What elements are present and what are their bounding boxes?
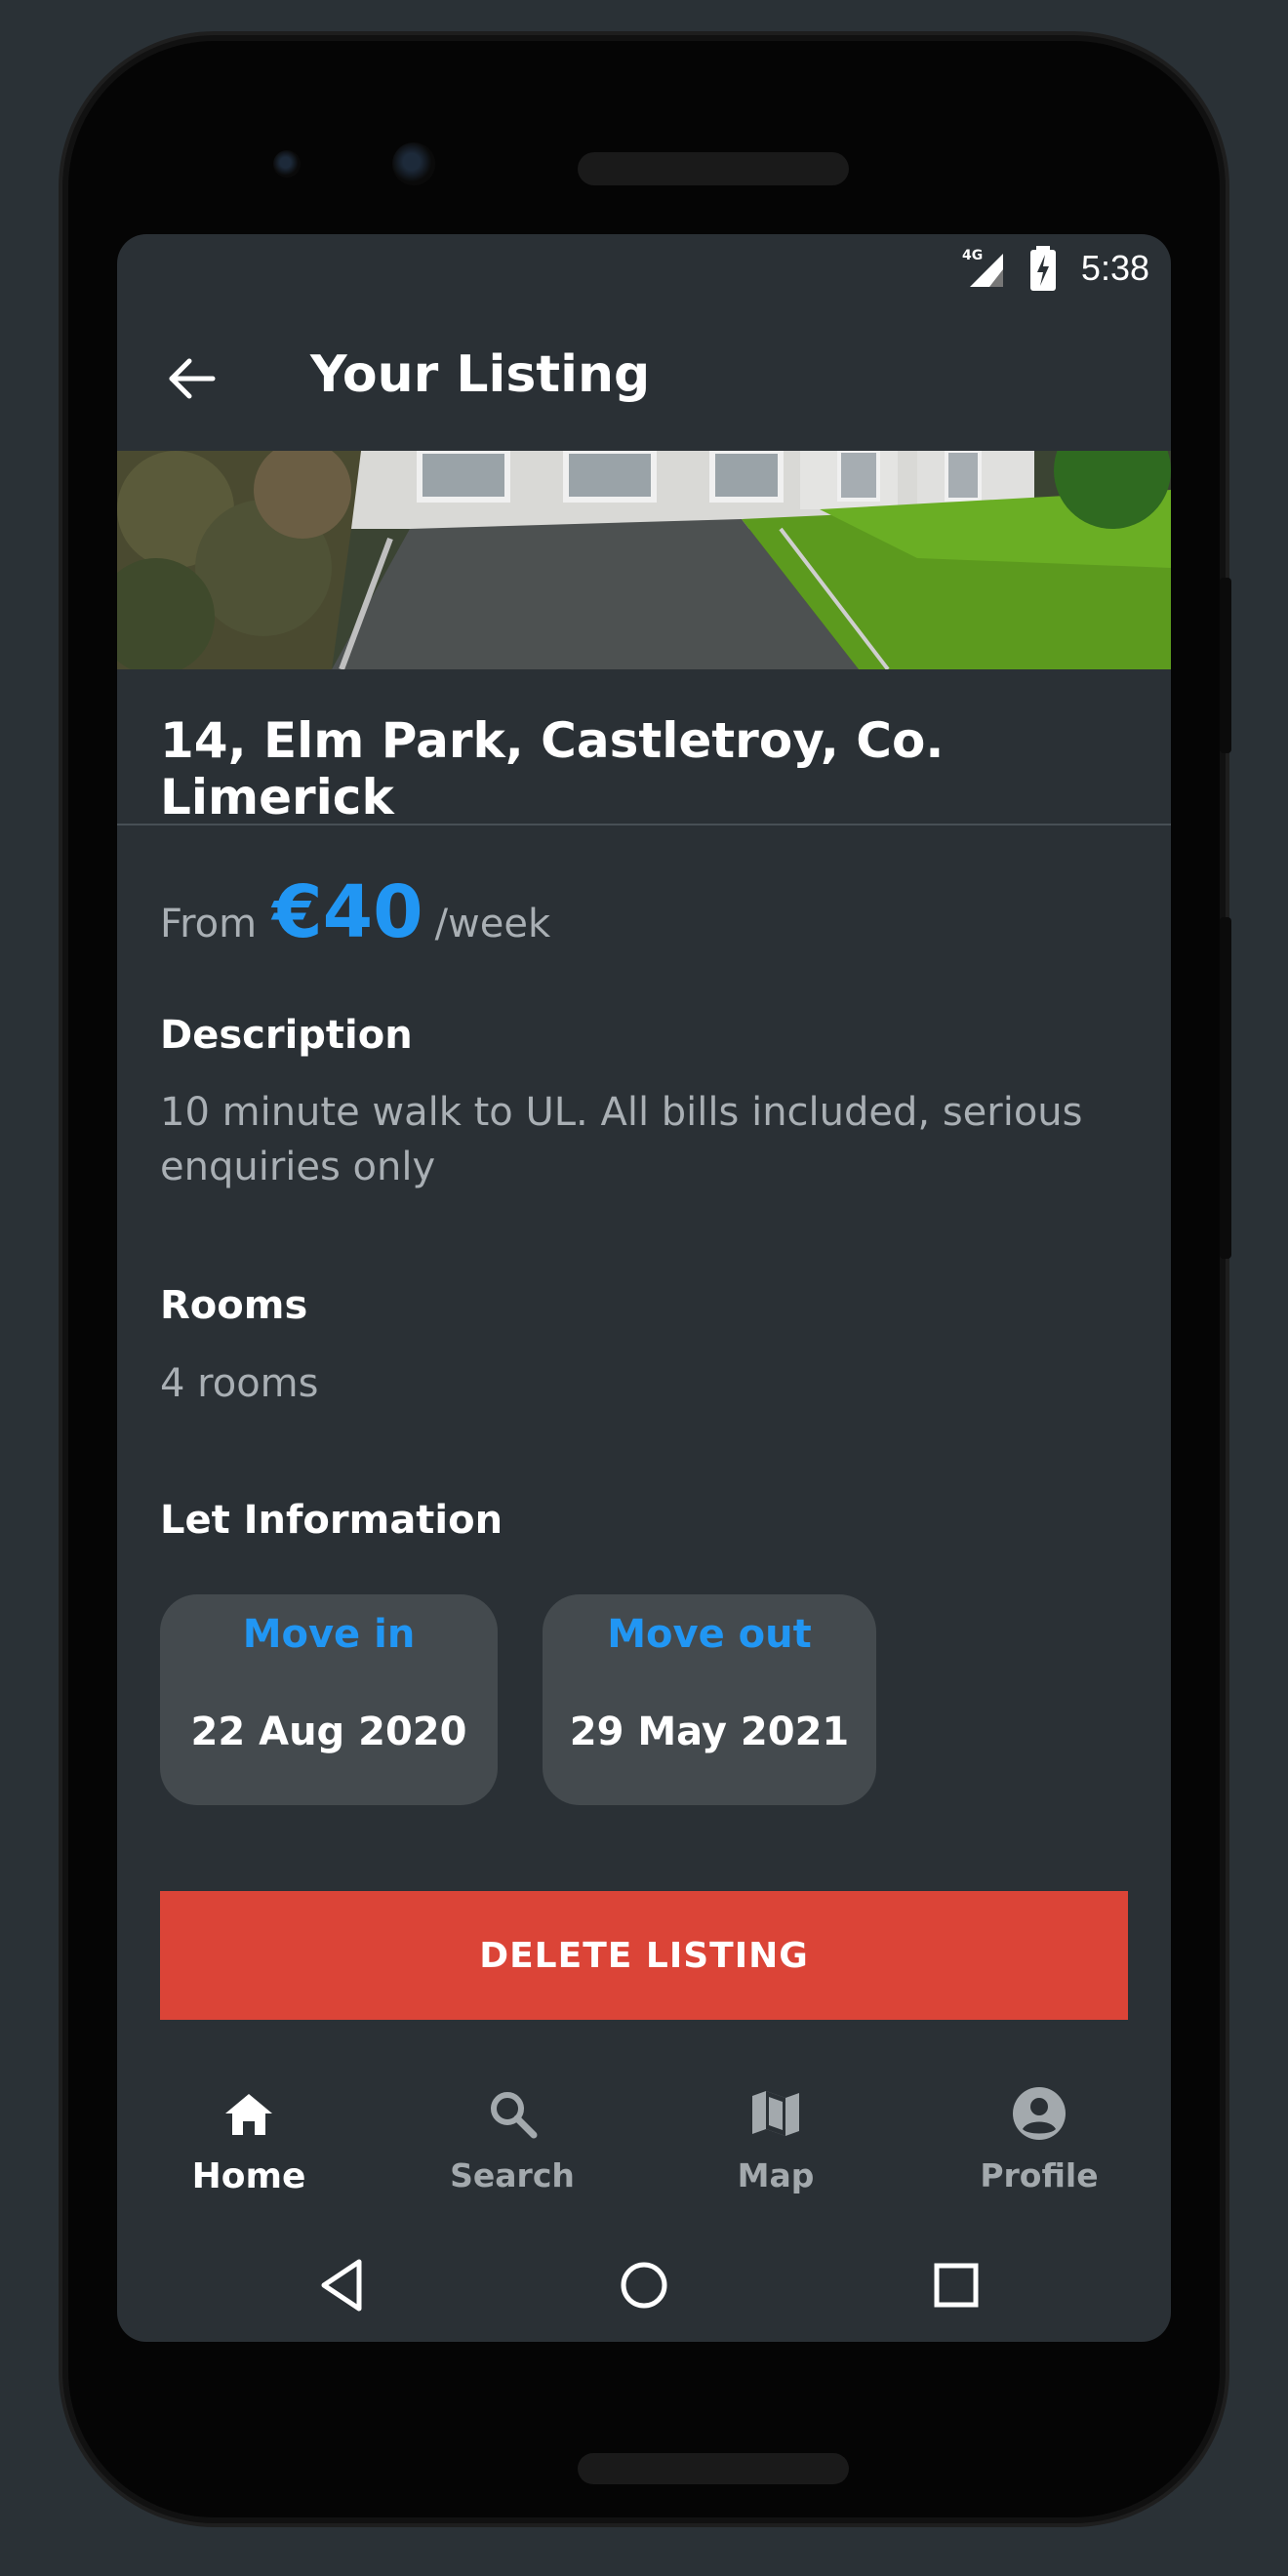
battery-charging-icon — [1030, 246, 1056, 291]
rooms-title: Rooms — [160, 1283, 308, 1328]
nav-label-home: Home — [191, 2156, 306, 2196]
price-row: From €40 /week — [160, 870, 550, 954]
front-camera-icon — [392, 142, 435, 185]
earpiece-speaker — [578, 152, 849, 185]
app-bar: Your Listing — [117, 302, 1171, 451]
nav-item-home[interactable]: Home — [117, 2069, 381, 2225]
move-in-label: Move in — [242, 1612, 416, 1657]
system-navigation-bar — [117, 2225, 1171, 2342]
search-icon — [491, 2092, 538, 2139]
back-triangle-icon[interactable] — [302, 2246, 381, 2324]
svg-text:4G: 4G — [962, 248, 983, 263]
delete-listing-button[interactable]: DELETE LISTING — [160, 1891, 1128, 2020]
move-out-card: Move out 29 May 2021 — [543, 1594, 876, 1805]
power-button — [1220, 578, 1231, 753]
arrow-back-icon[interactable] — [156, 343, 226, 414]
rooms-text: 4 rooms — [160, 1361, 319, 1406]
app-screen: 4G 5:38 Your Listing 14, Elm Park, Castl… — [117, 234, 1171, 2342]
price-prefix: From — [160, 902, 258, 946]
price-unit: /week — [434, 902, 551, 946]
move-out-date: 29 May 2021 — [569, 1710, 850, 1754]
move-in-card: Move in 22 Aug 2020 — [160, 1594, 498, 1805]
status-bar: 4G 5:38 — [117, 234, 1171, 302]
nav-item-map[interactable]: Map — [644, 2069, 907, 2225]
price-value: €40 — [272, 870, 423, 954]
description-text: 10 minute walk to UL. All bills included… — [160, 1090, 1083, 1189]
listing-photo — [117, 451, 1171, 669]
move-out-label: Move out — [607, 1612, 812, 1657]
page-title: Your Listing — [310, 345, 651, 404]
nav-label-map: Map — [737, 2156, 815, 2194]
account-circle-icon — [1013, 2087, 1066, 2140]
home-circle-icon[interactable] — [605, 2246, 683, 2324]
signal-4g-icon: 4G — [962, 248, 1003, 287]
home-icon — [225, 2094, 272, 2135]
nav-label-search: Search — [450, 2156, 575, 2194]
description-title: Description — [160, 1013, 413, 1058]
divider — [117, 824, 1171, 825]
nav-item-profile[interactable]: Profile — [907, 2069, 1171, 2225]
let-information-title: Let Information — [160, 1498, 503, 1543]
nav-label-profile: Profile — [980, 2156, 1099, 2194]
status-time: 5:38 — [1080, 248, 1149, 288]
move-in-date: 22 Aug 2020 — [190, 1710, 467, 1754]
listing-address: 14, Elm Park, Castletroy, Co. Limerick — [160, 712, 945, 825]
recents-square-icon[interactable] — [917, 2246, 995, 2324]
front-camera-icon — [273, 150, 301, 178]
bottom-navigation: Home Search Map Profile — [117, 2069, 1171, 2225]
bottom-speaker — [578, 2453, 849, 2484]
nav-item-search[interactable]: Search — [381, 2069, 644, 2225]
volume-button — [1220, 917, 1231, 1259]
map-icon — [752, 2091, 799, 2136]
